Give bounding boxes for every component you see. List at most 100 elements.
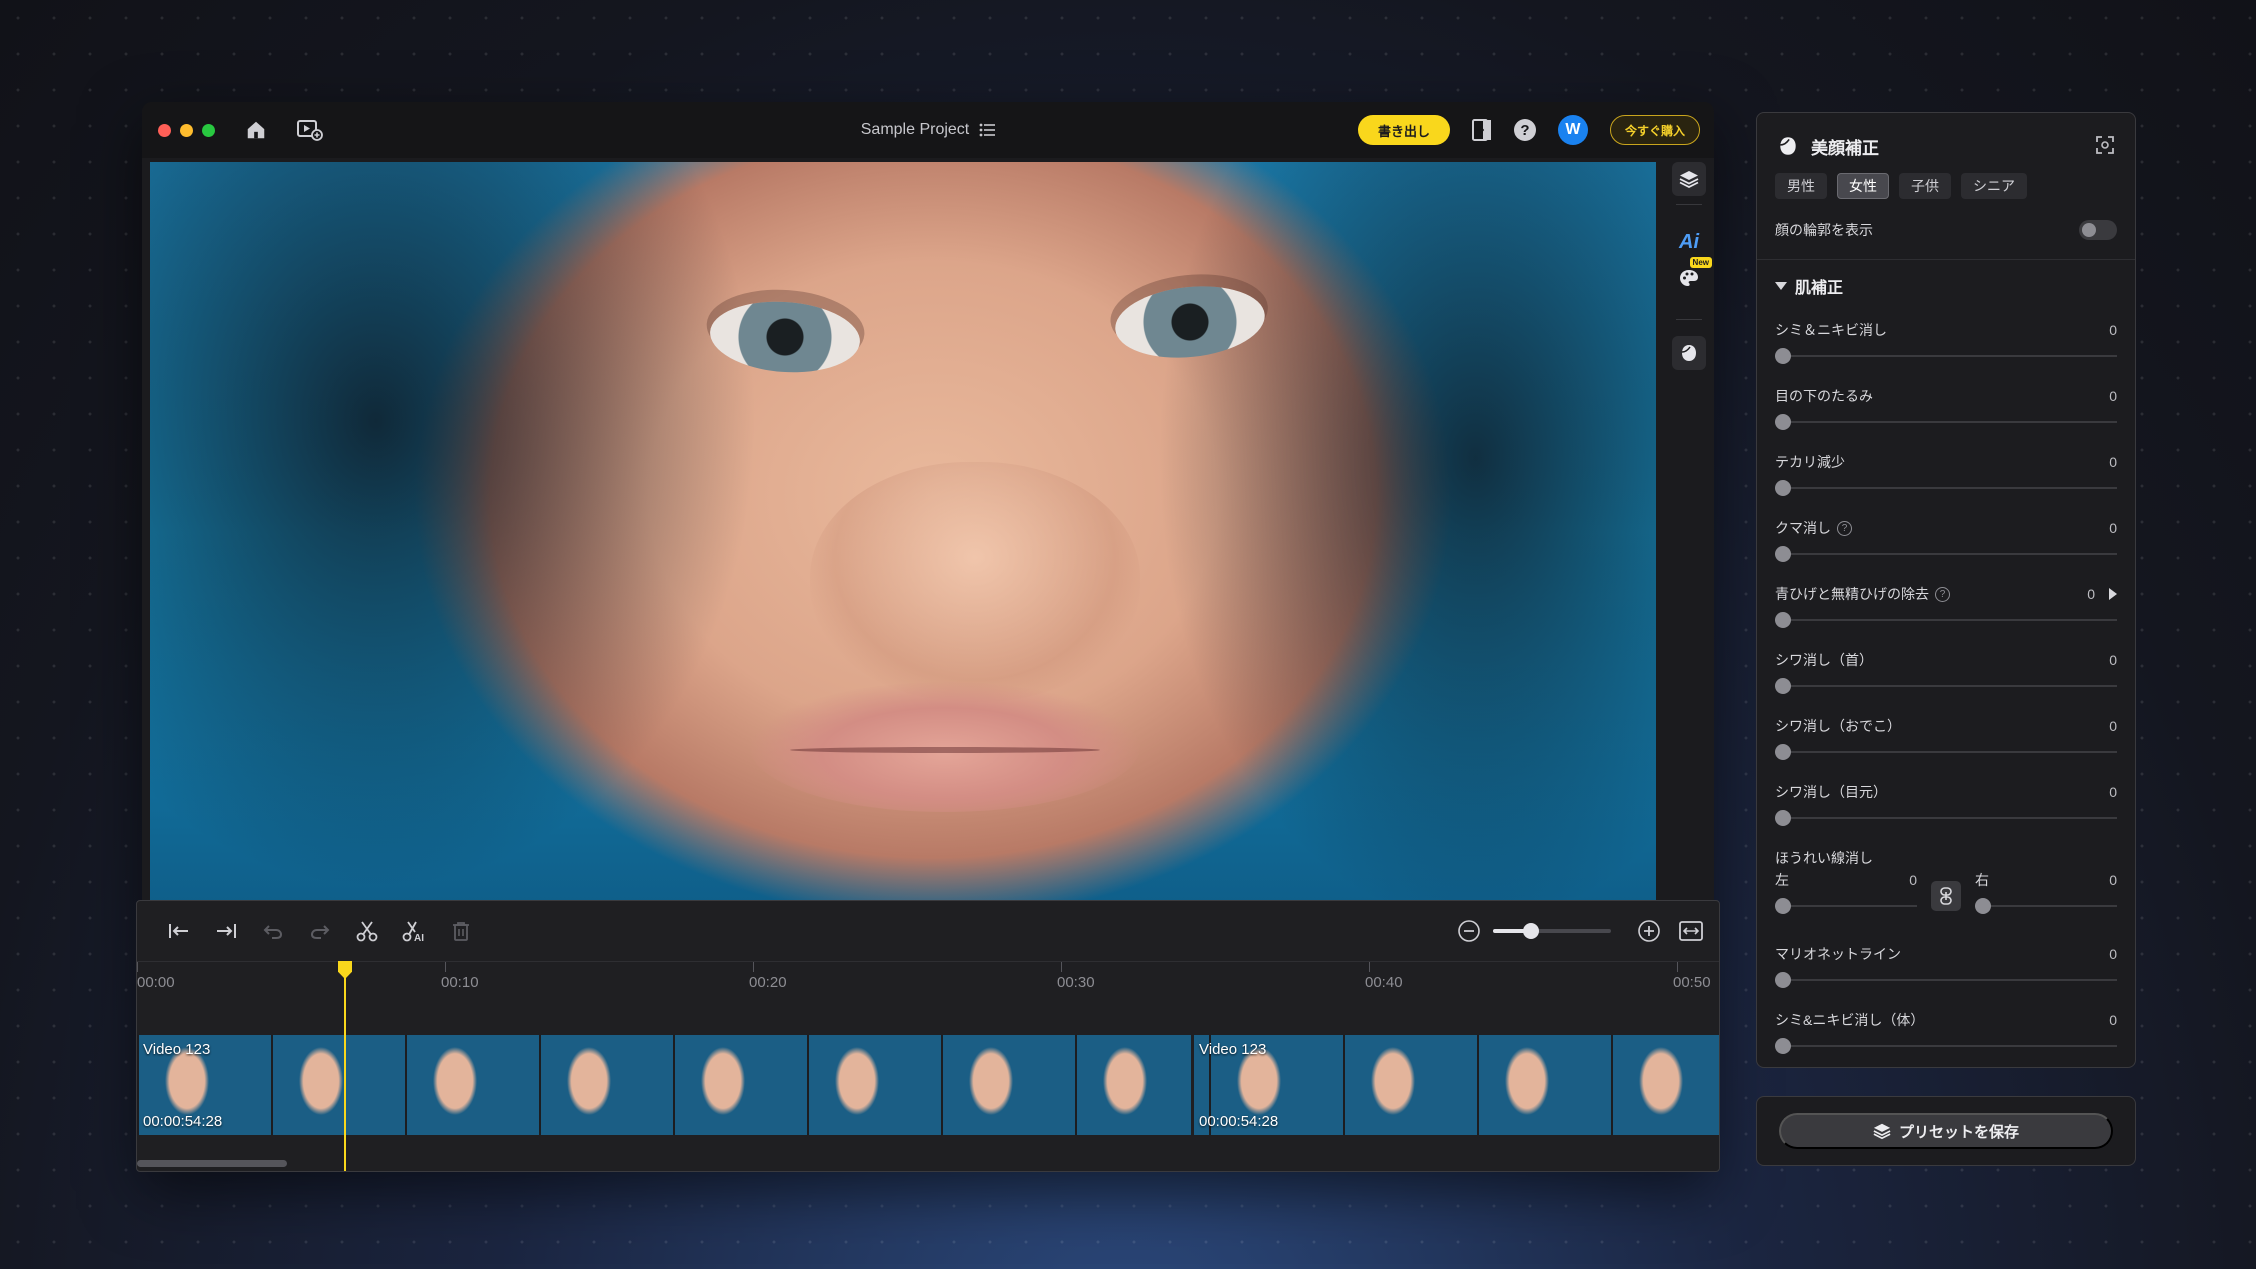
home-icon[interactable] — [245, 119, 267, 141]
blemish-slider[interactable] — [1775, 346, 2117, 366]
slider-value: 0 — [2109, 322, 2117, 338]
save-preset-label: プリセットを保存 — [1898, 1123, 2019, 1141]
nasolabial-left-slider[interactable] — [1775, 896, 1917, 916]
slider-value: 0 — [2109, 1012, 2117, 1028]
new-badge: New — [1689, 257, 1712, 268]
slider-knob[interactable] — [1775, 810, 1791, 826]
neck-wrinkles-slider[interactable] — [1775, 676, 2117, 696]
user-avatar[interactable]: W — [1557, 115, 1588, 145]
zoom-window-button[interactable] — [202, 123, 215, 137]
save-preset-button[interactable]: プリセットを保存 — [1779, 1113, 2113, 1149]
slider-value: 0 — [1909, 872, 1917, 888]
slider-value: 0 — [2109, 718, 2117, 734]
undo-icon[interactable] — [257, 915, 289, 947]
window-controls — [158, 123, 215, 137]
beauty-face-icon[interactable] — [1672, 336, 1706, 370]
ai-tools-icon[interactable]: Ai — [1672, 225, 1706, 259]
svg-text:AI: AI — [414, 933, 424, 942]
slider-knob[interactable] — [1775, 348, 1791, 364]
list-icon[interactable] — [979, 123, 996, 137]
slider-knob[interactable] — [1775, 744, 1791, 760]
side-divider — [1676, 204, 1702, 205]
nasolabial-left: 左0 — [1775, 869, 1917, 916]
zoom-slider[interactable] — [1493, 923, 1611, 939]
buy-now-button[interactable]: 今すぐ購入 — [1609, 115, 1700, 145]
slider-knob[interactable] — [1775, 972, 1791, 988]
minimize-window-button[interactable] — [180, 123, 193, 137]
beard-slider[interactable] — [1775, 610, 2117, 630]
slider-row-beard: 青ひげと無精ひげの除去 ? 0 — [1775, 583, 2117, 639]
playhead[interactable] — [344, 969, 346, 1171]
help-icon[interactable]: ? — [1513, 119, 1536, 141]
slider-knob[interactable] — [1775, 414, 1791, 430]
forehead-wrinkles-slider[interactable] — [1775, 742, 2117, 762]
slider-label: テカリ減少 — [1775, 454, 1845, 470]
slider-row-forehead-wrinkles: シワ消し（おでこ） 0 — [1775, 715, 2117, 771]
ruler-tick — [1369, 962, 1370, 972]
zoom-in-icon[interactable] — [1637, 919, 1661, 943]
preset-tabs: 男性 女性 子供 シニア — [1775, 173, 2027, 199]
timeline-scrollbar[interactable] — [137, 1160, 287, 1167]
link-icon[interactable] — [1931, 881, 1961, 911]
timeline-ruler[interactable]: 00:00 00:10 00:20 00:30 00:40 00:50 — [137, 961, 1719, 1021]
clip-duration: 00:00:54:28 — [1199, 1113, 1279, 1130]
clip-separator — [1191, 1035, 1194, 1135]
slider-knob[interactable] — [1775, 612, 1791, 628]
trim-end-icon[interactable] — [210, 915, 242, 947]
slider-label: マリオネットライン — [1775, 946, 1901, 962]
eye-wrinkles-slider[interactable] — [1775, 808, 2117, 828]
ai-cut-icon[interactable]: AI — [398, 915, 430, 947]
ruler-tick-label: 00:10 — [441, 974, 479, 991]
slider-knob[interactable] — [1975, 898, 1991, 914]
slider-knob[interactable] — [1775, 546, 1791, 562]
chevron-right-icon[interactable] — [2109, 588, 2117, 600]
slider-knob[interactable] — [1775, 898, 1791, 914]
slider-value: 0 — [2109, 454, 2117, 470]
slider-row-neck-wrinkles: シワ消し（首） 0 — [1775, 649, 2117, 705]
marionette-slider[interactable] — [1775, 970, 2117, 990]
expand-icon[interactable] — [2095, 135, 2115, 160]
split-scissors-icon[interactable] — [351, 915, 383, 947]
slider-label: シミ＆ニキビ消し — [1775, 322, 1887, 338]
slider-row-shine: テカリ減少 0 — [1775, 451, 2117, 507]
section-label: 肌補正 — [1795, 280, 1844, 297]
fit-timeline-icon[interactable] — [1679, 920, 1703, 942]
dark-circles-slider[interactable] — [1775, 544, 2117, 564]
zoom-out-icon[interactable] — [1457, 919, 1481, 943]
skin-section-header[interactable]: 肌補正 — [1775, 271, 1843, 301]
export-button[interactable]: 書き出し — [1357, 115, 1450, 145]
body-blemish-slider[interactable] — [1775, 1036, 2117, 1056]
help-icon[interactable]: ? — [1935, 586, 1950, 602]
layers-icon[interactable] — [1672, 162, 1706, 196]
palette-icon[interactable]: New — [1672, 257, 1712, 295]
ruler-tick-label: 00:30 — [1057, 974, 1095, 991]
help-icon[interactable]: ? — [1837, 520, 1852, 536]
add-media-icon[interactable] — [297, 119, 323, 141]
video-track[interactable] — [137, 1035, 1719, 1135]
ruler-tick-label: 00:50 — [1673, 974, 1711, 991]
video-preview[interactable] — [150, 162, 1656, 902]
tab-male[interactable]: 男性 — [1775, 173, 1827, 199]
trim-start-icon[interactable] — [163, 915, 195, 947]
slider-row-eye-wrinkles: シワ消し（目元） 0 — [1775, 781, 2117, 837]
nasolabial-right-slider[interactable] — [1975, 896, 2117, 916]
beauty-panel: 美顔補正 男性 女性 子供 シニア 顔の輪郭を表示 肌補正 シミ＆ニキビ消し 0 … — [1756, 112, 2136, 1068]
zoom-slider-knob[interactable] — [1523, 923, 1539, 939]
slider-knob[interactable] — [1775, 480, 1791, 496]
redo-icon[interactable] — [304, 915, 336, 947]
slider-label: クマ消し — [1775, 520, 1831, 536]
export-file-icon[interactable] — [1471, 119, 1492, 141]
slider-knob[interactable] — [1775, 678, 1791, 694]
tab-child[interactable]: 子供 — [1899, 173, 1951, 199]
face-contour-toggle[interactable] — [2079, 220, 2117, 240]
shine-slider[interactable] — [1775, 478, 2117, 498]
slider-knob[interactable] — [1775, 1038, 1791, 1054]
slider-row-eye-bags: 目の下のたるみ 0 — [1775, 385, 2117, 441]
slider-row-body-blemish: シミ&ニキビ消し（体） 0 — [1775, 1009, 2117, 1065]
delete-icon[interactable] — [445, 915, 477, 947]
tab-female[interactable]: 女性 — [1837, 173, 1889, 199]
tab-senior[interactable]: シニア — [1961, 173, 2027, 199]
close-window-button[interactable] — [158, 123, 171, 137]
preview-frame-image — [150, 162, 1656, 902]
eye-bags-slider[interactable] — [1775, 412, 2117, 432]
